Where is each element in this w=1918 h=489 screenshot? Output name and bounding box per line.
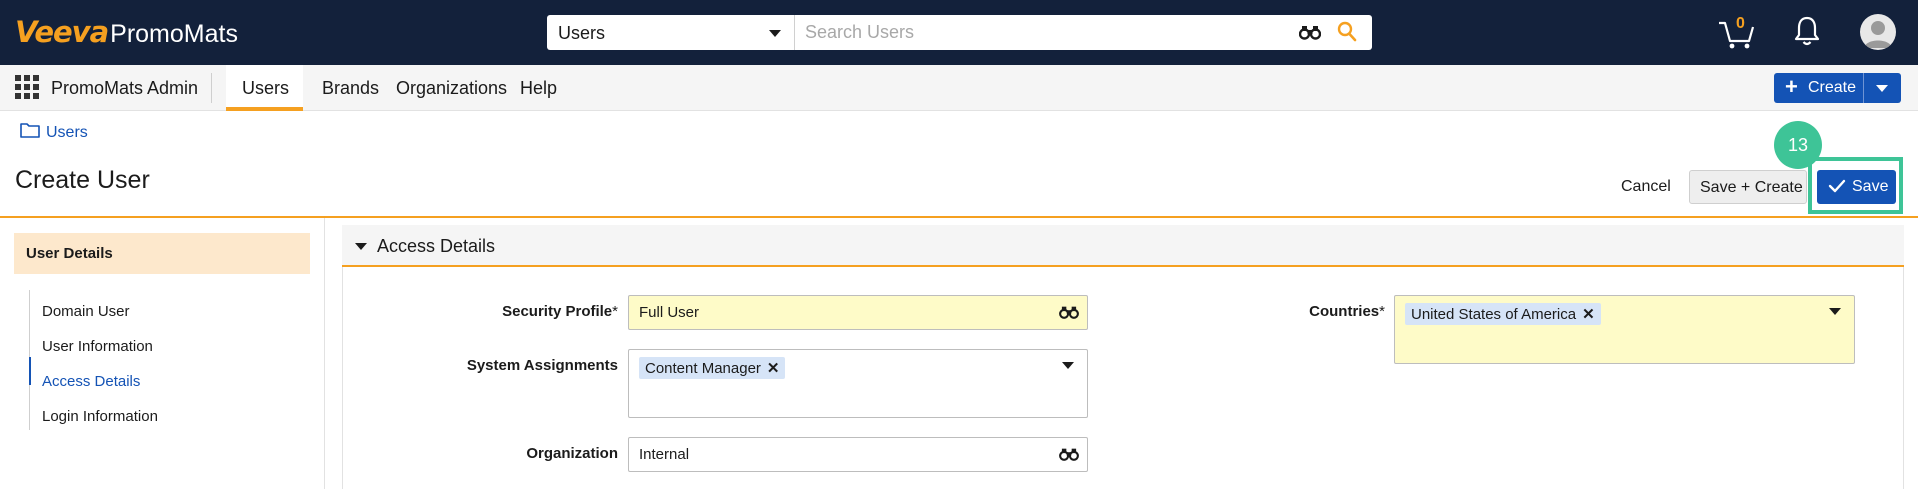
section-link-domain-user[interactable]: Domain User bbox=[42, 303, 130, 320]
binoculars-icon[interactable] bbox=[1059, 304, 1079, 325]
cart-button[interactable]: 0 bbox=[1717, 15, 1757, 51]
tab-brands[interactable]: Brands bbox=[322, 78, 379, 99]
save-and-create-button[interactable]: Save + Create bbox=[1689, 170, 1807, 204]
chevron-down-icon[interactable] bbox=[1062, 362, 1074, 369]
top-header-bar: Veeva PromoMats Users 0 bbox=[0, 0, 1918, 65]
countries-field[interactable]: United States of America ✕ bbox=[1394, 295, 1855, 364]
remove-chip-icon[interactable]: ✕ bbox=[1582, 305, 1595, 323]
save-button-label: Save bbox=[1852, 178, 1889, 195]
chip-label: Content Manager bbox=[645, 359, 761, 377]
security-profile-label: Security Profile* bbox=[502, 303, 618, 320]
system-assignment-chip: Content Manager ✕ bbox=[639, 357, 786, 379]
breadcrumb[interactable]: Users bbox=[20, 122, 88, 143]
page-title: Create User bbox=[15, 166, 150, 194]
logo-brand: Veeva bbox=[15, 15, 109, 49]
plus-icon: + bbox=[1785, 74, 1798, 99]
app-launcher-grid-icon[interactable] bbox=[15, 75, 40, 100]
nav-divider bbox=[211, 73, 212, 103]
create-button-label: Create bbox=[1808, 79, 1857, 96]
tab-users[interactable]: Users bbox=[226, 65, 303, 111]
step-number-badge: 13 bbox=[1774, 121, 1822, 169]
app-name[interactable]: PromoMats Admin bbox=[51, 78, 198, 99]
step-number: 13 bbox=[1787, 135, 1809, 155]
security-profile-value: Full User bbox=[639, 304, 700, 321]
active-indicator bbox=[29, 357, 31, 385]
section-link-login-information[interactable]: Login Information bbox=[42, 408, 158, 425]
organization-value: Internal bbox=[639, 446, 690, 463]
section-group-label: User Details bbox=[26, 245, 113, 262]
search-scope-select[interactable]: Users bbox=[547, 15, 795, 50]
tab-help[interactable]: Help bbox=[520, 78, 557, 99]
collapse-triangle-icon[interactable] bbox=[355, 243, 367, 250]
organization-label: Organization bbox=[526, 445, 618, 462]
country-chip: United States of America ✕ bbox=[1405, 303, 1601, 325]
app-navigation-bar: PromoMats Admin Users Brands Organizatio… bbox=[0, 65, 1918, 111]
chevron-down-icon bbox=[769, 30, 781, 37]
tab-organizations[interactable]: Organizations bbox=[396, 78, 507, 99]
search-input[interactable] bbox=[805, 15, 1295, 50]
chevron-down-icon[interactable] bbox=[1829, 308, 1841, 315]
cart-count-badge: 0 bbox=[1736, 15, 1745, 32]
binoculars-icon[interactable] bbox=[1059, 446, 1079, 467]
search-scope-value: Users bbox=[558, 23, 606, 43]
chip-label: United States of America bbox=[1411, 305, 1577, 323]
binoculars-icon[interactable] bbox=[1298, 23, 1322, 46]
cancel-button[interactable]: Cancel bbox=[1621, 178, 1671, 196]
section-title: Access Details bbox=[377, 236, 496, 256]
global-search: Users bbox=[547, 15, 1372, 50]
countries-label: Countries* bbox=[1309, 303, 1385, 320]
checkmark-icon bbox=[1828, 178, 1846, 199]
remove-chip-icon[interactable]: ✕ bbox=[767, 359, 780, 377]
section-link-access-details[interactable]: Access Details bbox=[42, 373, 140, 390]
split-divider bbox=[1863, 73, 1864, 103]
organization-field[interactable]: Internal bbox=[628, 437, 1088, 472]
section-group-user-details[interactable]: User Details bbox=[14, 233, 310, 274]
access-details-section-header[interactable]: Access Details bbox=[342, 225, 1904, 267]
system-assignments-label: System Assignments bbox=[466, 357, 618, 374]
logo-product: PromoMats bbox=[110, 20, 238, 48]
save-button[interactable]: Save bbox=[1817, 170, 1896, 204]
user-avatar-icon[interactable] bbox=[1860, 14, 1896, 50]
section-navigation-panel: User Details Domain User User Informatio… bbox=[0, 218, 325, 489]
bell-icon[interactable] bbox=[1793, 15, 1821, 52]
folder-icon bbox=[20, 122, 40, 143]
veeva-promomats-logo[interactable]: Veeva PromoMats bbox=[15, 15, 238, 49]
save-and-create-label: Save + Create bbox=[1700, 179, 1803, 196]
chevron-down-icon[interactable] bbox=[1876, 85, 1888, 92]
search-icon[interactable] bbox=[1337, 21, 1357, 48]
security-profile-field[interactable]: Full User bbox=[628, 295, 1088, 330]
section-nav-list: Domain User User Information Access Deta… bbox=[29, 290, 289, 430]
breadcrumb-users-link[interactable]: Users bbox=[46, 124, 88, 142]
create-button[interactable]: + Create bbox=[1774, 73, 1901, 103]
tab-users-label: Users bbox=[242, 78, 290, 98]
section-link-user-information[interactable]: User Information bbox=[42, 338, 153, 355]
system-assignments-field[interactable]: Content Manager ✕ bbox=[628, 349, 1088, 418]
